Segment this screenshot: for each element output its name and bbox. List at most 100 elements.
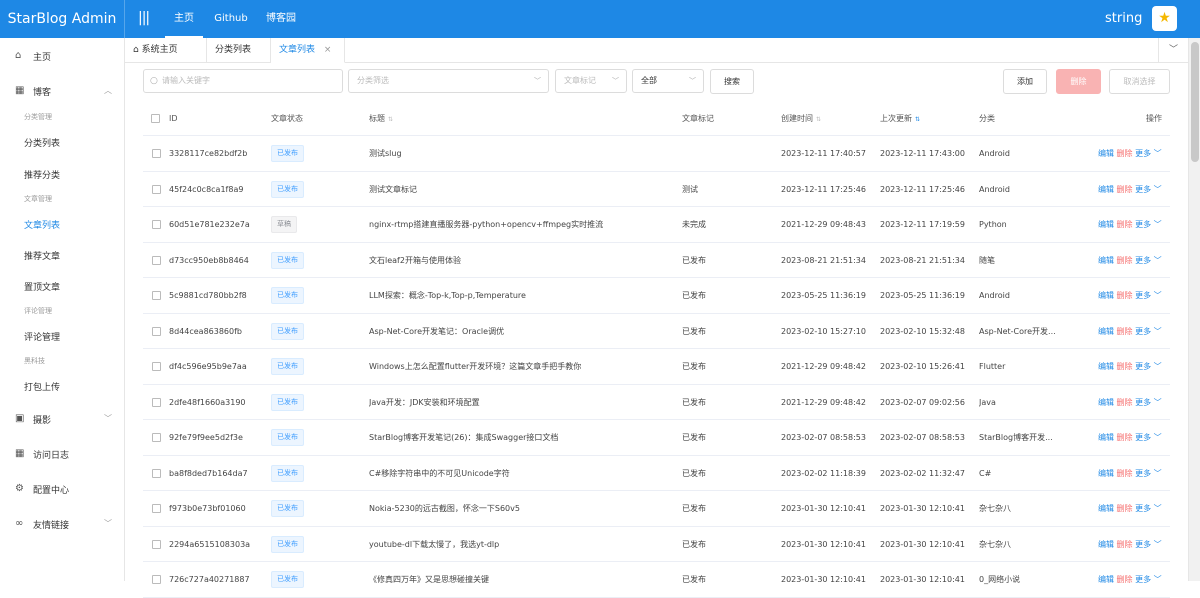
row-checkbox[interactable] [152,326,161,336]
delete-link[interactable]: 删除 [1117,540,1133,549]
row-checkbox[interactable] [152,433,161,442]
edit-link[interactable]: 编辑 [1098,575,1114,584]
row-checkbox[interactable] [152,539,161,549]
edit-link[interactable]: 编辑 [1098,433,1114,442]
edit-link[interactable]: 编辑 [1098,504,1114,513]
row-checkbox[interactable] [152,397,161,407]
scrollbar[interactable] [1188,38,1200,581]
delete-link[interactable]: 删除 [1117,362,1133,371]
more-dropdown[interactable]: 更多 ﹀ [1135,362,1162,371]
tab-system-home[interactable]: ⌂ 系统主页 [125,38,207,63]
sidebar-item-featured-post[interactable]: 推荐文章 [24,249,60,262]
row-checkbox[interactable] [152,149,161,158]
table-row[interactable]: 8d44cea863860fb 已发布 Asp-Net-Core开发笔记：Oracl… [143,314,1170,349]
row-checkbox[interactable] [152,575,161,584]
table-row[interactable]: 2dfe48f1660a3190 已发布 Java开发：JDK安装和环境配置 已发布 2… [143,385,1170,420]
col-title[interactable]: 标题 ⇅ [369,101,393,137]
delete-link[interactable]: 删除 [1117,433,1133,442]
table-row[interactable]: 2294a6515108303a 已发布 youtube-dl下载太慢了，我选yt-… [143,527,1170,562]
table-row[interactable]: 3328117ce82bdf2b 已发布 测试slug 2023-12-11 17:4… [143,136,1170,172]
delete-link[interactable]: 删除 [1117,291,1133,300]
app-title[interactable]: StarBlog Admin [0,0,125,38]
edit-link[interactable]: 编辑 [1098,327,1114,336]
cancel-selection-button[interactable]: 取消选择 [1109,69,1170,94]
more-dropdown[interactable]: 更多 ﹀ [1135,433,1162,442]
close-icon[interactable]: × [324,45,332,55]
sidebar-item-category-list[interactable]: 分类列表 [24,136,60,149]
col-updated[interactable]: 上次更新 ⇅ [880,101,920,137]
delete-link[interactable]: 删除 [1117,398,1133,407]
delete-link[interactable]: 删除 [1117,575,1133,584]
more-dropdown[interactable]: 更多 ﹀ [1135,291,1162,300]
star-icon[interactable]: ★ [1152,6,1177,31]
chevron-down-icon[interactable]: ﹀ [1158,38,1188,63]
table-row[interactable]: 726c727a40271887 已发布 《修真四万年》又是思想碰撞关键 已发布 202… [143,562,1170,598]
nav-cnblogs[interactable]: 博客园 [258,0,304,38]
table-row[interactable]: 5c9881cd780bb2f8 已发布 LLM探索：概念-Top-k,Top-p,… [143,278,1170,314]
edit-link[interactable]: 编辑 [1098,220,1114,229]
edit-link[interactable]: 编辑 [1098,362,1114,371]
row-checkbox[interactable] [152,468,161,478]
row-checkbox[interactable] [152,184,161,194]
row-checkbox[interactable] [152,362,161,371]
edit-link[interactable]: 编辑 [1098,256,1114,265]
edit-link[interactable]: 编辑 [1098,540,1114,549]
delete-link[interactable]: 删除 [1117,149,1133,158]
more-dropdown[interactable]: 更多 ﹀ [1135,327,1162,336]
delete-link[interactable]: 删除 [1117,504,1133,513]
more-dropdown[interactable]: 更多 ﹀ [1135,575,1162,584]
edit-link[interactable]: 编辑 [1098,291,1114,300]
sidebar-item-top-post[interactable]: 置顶文章 [24,280,60,293]
edit-link[interactable]: 编辑 [1098,185,1114,194]
col-created[interactable]: 创建时间 ⇅ [781,101,821,137]
more-dropdown[interactable]: 更多 ﹀ [1135,149,1162,158]
sidebar-item-featured-category[interactable]: 推荐分类 [24,168,60,181]
sort-icon[interactable]: ⇅ [388,116,393,123]
table-row[interactable]: df4c596e95b9e7aa 已发布 Windows上怎么配置flutter开发… [143,349,1170,385]
sidebar-item-post-list[interactable]: 文章列表 [24,218,60,231]
delete-link[interactable]: 删除 [1117,256,1133,265]
row-checkbox[interactable] [152,255,161,265]
delete-link[interactable]: 删除 [1117,469,1133,478]
row-checkbox[interactable] [152,291,161,300]
table-row[interactable]: f973b0e73bf01060 已发布 Nokia-5230的远古截图，怀念一下S… [143,491,1170,527]
nav-github[interactable]: Github [208,0,254,38]
tab-post-list[interactable]: 文章列表 × [271,38,345,63]
select-all-checkbox[interactable] [151,114,160,123]
tab-category-list[interactable]: 分类列表 [207,38,271,63]
table-row[interactable]: d73cc950eb8b8464 已发布 文石leaf2开箱与使用体验 已发布 2023… [143,243,1170,278]
more-dropdown[interactable]: 更多 ﹀ [1135,185,1162,194]
status-filter-select[interactable]: 全部 ﹀ [632,69,704,93]
edit-link[interactable]: 编辑 [1098,398,1114,407]
edit-link[interactable]: 编辑 [1098,149,1114,158]
category-filter-select[interactable]: 分类筛选 ﹀ [348,69,549,93]
edit-link[interactable]: 编辑 [1098,469,1114,478]
row-checkbox[interactable] [152,504,161,513]
sidebar-item-comment-manage[interactable]: 评论管理 [24,330,60,343]
scrollbar-thumb[interactable] [1191,42,1199,162]
table-row[interactable]: 92fe79f9ee5d2f3e 已发布 StarBlog博客开发笔记(26)：集成… [143,420,1170,456]
table-row[interactable]: 60d51e781e232e7a 草稿 nginx-rtmp搭建直播服务器-pyth… [143,207,1170,243]
search-button[interactable]: 搜索 [710,69,754,94]
more-dropdown[interactable]: 更多 ﹀ [1135,504,1162,513]
delete-link[interactable]: 删除 [1117,327,1133,336]
more-dropdown[interactable]: 更多 ﹀ [1135,398,1162,407]
delete-button[interactable]: 删除 [1056,69,1101,94]
delete-link[interactable]: 删除 [1117,220,1133,229]
more-dropdown[interactable]: 更多 ﹀ [1135,220,1162,229]
nav-home[interactable]: 主页 [165,0,203,38]
sort-desc-icon[interactable]: ⇅ [915,116,920,123]
menu-toggle-icon[interactable]: ||| [138,10,150,26]
search-input[interactable]: ○ 请输入关键字 [143,69,343,93]
sort-icon[interactable]: ⇅ [816,116,821,123]
more-dropdown[interactable]: 更多 ﹀ [1135,469,1162,478]
sidebar-item-pack-upload[interactable]: 打包上传 [24,380,60,393]
more-dropdown[interactable]: 更多 ﹀ [1135,540,1162,549]
tag-filter-select[interactable]: 文章标记 ﹀ [555,69,627,93]
user-name[interactable]: string [1105,11,1142,26]
table-row[interactable]: 45f24c0c8ca1f8a9 已发布 测试文章标记 测试 2023-12-11 17… [143,172,1170,207]
add-button[interactable]: 添加 [1003,69,1047,94]
table-row[interactable]: ba8f8ded7b164da7 已发布 C#移除字符串中的不可见Unicode字符… [143,456,1170,491]
row-checkbox[interactable] [152,220,161,229]
more-dropdown[interactable]: 更多 ﹀ [1135,256,1162,265]
